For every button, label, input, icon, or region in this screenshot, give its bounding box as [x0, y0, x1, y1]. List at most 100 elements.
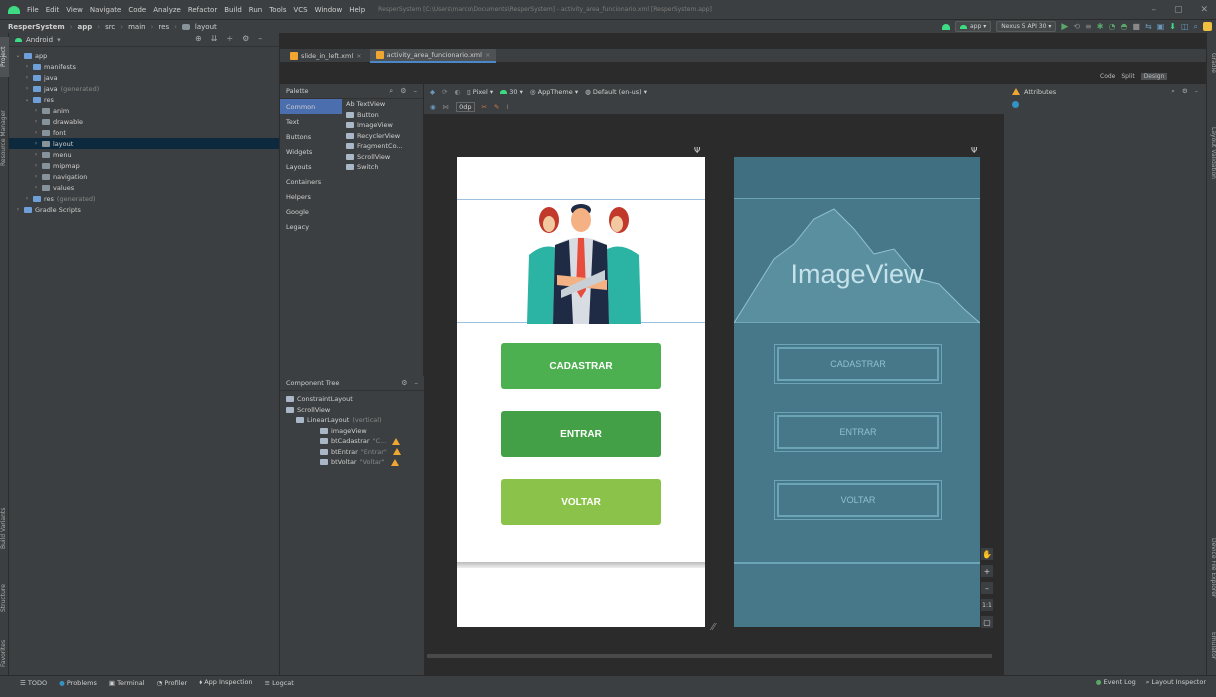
pan-icon[interactable]: ✋ — [981, 548, 993, 560]
zoom-in-button[interactable]: + — [981, 565, 993, 577]
search-everywhere-icon[interactable]: ⌕ — [1194, 22, 1198, 32]
warning-icon[interactable] — [392, 448, 401, 456]
palette-item[interactable]: Switch — [346, 162, 424, 173]
chevron-right-icon[interactable]: › — [33, 118, 39, 125]
palette-category[interactable]: Common — [280, 99, 342, 114]
apply-changes-icon[interactable]: ⟲ — [1073, 22, 1080, 31]
layout-inspector-button[interactable]: ⌕ Layout Inspector — [1146, 678, 1206, 687]
menu-run[interactable]: Run — [249, 6, 262, 14]
search-icon[interactable]: ⌕ — [1171, 87, 1175, 96]
avatar[interactable] — [1203, 22, 1212, 31]
run-config-dropdown[interactable]: app ▾ — [955, 21, 992, 32]
blueprint-view[interactable]: ImageView CADASTRAR ENTRAR VOLTAR — [733, 157, 982, 627]
chevron-right-icon[interactable]: › — [33, 129, 39, 136]
night-mode-icon[interactable]: ◐ — [454, 88, 460, 96]
chevron-right-icon[interactable]: › — [33, 162, 39, 169]
zoom-fit-icon[interactable]: ▢ — [981, 616, 993, 628]
close-tab-icon[interactable]: × — [356, 52, 361, 60]
orientation-icon[interactable]: ⟳ — [442, 88, 447, 96]
breadcrumb-src[interactable]: src — [105, 23, 115, 31]
view-options-icon[interactable]: ◉ — [430, 103, 436, 111]
blueprint-button-entrar[interactable]: ENTRAR — [774, 412, 942, 452]
palette-item[interactable]: ScrollView — [346, 152, 424, 163]
chevron-right-icon[interactable]: › — [24, 85, 30, 92]
chevron-right-icon[interactable]: › — [33, 140, 39, 147]
stop-icon[interactable]: ■ — [1132, 22, 1140, 31]
tab-resource-manager[interactable]: Resource Manager — [0, 93, 9, 183]
minimize-icon[interactable]: – — [1151, 5, 1156, 15]
palette-item[interactable]: FragmentCo... — [346, 141, 424, 152]
chevron-down-icon[interactable]: ⌄ — [15, 52, 21, 59]
design-mode-button[interactable]: Design — [1140, 72, 1168, 80]
profile-icon[interactable]: ◔ — [1108, 22, 1115, 31]
component-tree-item[interactable]: btCadastrar "C... — [280, 436, 424, 447]
menu-build[interactable]: Build — [224, 6, 242, 14]
palette-item[interactable]: Button — [346, 110, 424, 121]
chevron-right-icon[interactable]: › — [33, 107, 39, 114]
tab-logcat[interactable]: ≡ Logcat — [265, 679, 294, 687]
pin-icon[interactable]: Ψ — [694, 146, 700, 155]
avd-manager-icon[interactable]: ▣ — [1157, 22, 1165, 31]
component-tree-item[interactable]: btEntrar "Entrar" — [280, 447, 424, 458]
split-mode-button[interactable]: Split — [1121, 73, 1134, 80]
tree-item[interactable]: › font — [9, 127, 279, 138]
component-tree-item[interactable]: imageView — [280, 426, 424, 437]
sdk-manager-icon[interactable]: ⬇ — [1169, 22, 1176, 31]
warning-icon[interactable] — [392, 437, 401, 445]
tab-activity-area-funcionario[interactable]: activity_area_funcionario.xml × — [369, 48, 497, 63]
blueprint-button-voltar[interactable]: VOLTAR — [774, 480, 942, 520]
tab-project[interactable]: Project — [0, 37, 9, 77]
locate-icon[interactable]: ⊕ — [195, 34, 202, 43]
collapse-all-icon[interactable]: ⇊ — [211, 34, 218, 43]
component-tree-item[interactable]: ScrollView — [280, 405, 424, 416]
chevron-right-icon[interactable]: › — [24, 195, 30, 202]
tree-item[interactable]: › res (generated) — [9, 193, 279, 204]
default-margins-dropdown[interactable]: 0dp — [456, 101, 475, 112]
chevron-down-icon[interactable]: ⌄ — [24, 96, 30, 103]
pin-icon[interactable]: Ψ — [971, 146, 977, 155]
menu-file[interactable]: File — [27, 6, 39, 14]
gear-icon[interactable]: ⚙ — [1182, 87, 1188, 96]
sync-icon[interactable]: ⇆ — [1145, 22, 1152, 31]
tab-device-file-explorer[interactable]: Device File Explorer — [1208, 523, 1216, 613]
tree-item[interactable]: › Gradle Scripts — [9, 204, 279, 215]
tab-terminal[interactable]: ▣ Terminal — [109, 679, 145, 687]
tree-item[interactable]: › anim — [9, 105, 279, 116]
preview-button-entrar[interactable]: ENTRAR — [501, 411, 661, 457]
close-icon[interactable]: ✕ — [1200, 5, 1208, 15]
tab-slide-in-left[interactable]: slide_in_left.xml × — [284, 49, 368, 63]
design-preview[interactable]: CADASTRAR ENTRAR VOLTAR ⁄⁄ — [457, 157, 715, 633]
apply-code-icon[interactable]: ≡ — [1085, 22, 1092, 31]
clear-constraints-icon[interactable]: ✂ — [482, 103, 487, 111]
tree-item[interactable]: › java (generated) — [9, 83, 279, 94]
preview-button-cadastrar[interactable]: CADASTRAR — [501, 343, 661, 389]
zoom-out-button[interactable]: – — [981, 582, 993, 594]
chevron-right-icon[interactable]: › — [24, 74, 30, 81]
tree-item[interactable]: › menu — [9, 149, 279, 160]
horizontal-scrollbar[interactable] — [427, 654, 992, 658]
palette-category[interactable]: Widgets — [280, 144, 342, 159]
design-surface-icon[interactable]: ◆ — [430, 88, 435, 96]
menu-help[interactable]: Help — [349, 6, 365, 14]
attach-debugger-icon[interactable]: ◓ — [1120, 22, 1127, 31]
layout-inspector-icon[interactable]: ◫ — [1181, 22, 1189, 31]
hammer-icon[interactable] — [942, 23, 951, 30]
locale-dropdown[interactable]: ◍ Default (en-us) ▾ — [585, 88, 647, 96]
tree-item[interactable]: › java — [9, 72, 279, 83]
menu-window[interactable]: Window — [315, 6, 343, 14]
palette-category[interactable]: Helpers — [280, 189, 342, 204]
warning-icon[interactable] — [1012, 88, 1020, 95]
component-tree-item[interactable]: LinearLayout (vertical) — [280, 415, 424, 426]
menu-edit[interactable]: Edit — [46, 6, 60, 14]
hide-icon[interactable]: – — [258, 34, 262, 43]
search-icon[interactable]: ⌕ — [389, 87, 393, 96]
tab-structure[interactable]: Structure — [0, 573, 9, 623]
device-dropdown[interactable]: Nexus 5 API 30 ▾ — [996, 21, 1057, 32]
chevron-right-icon[interactable]: › — [33, 184, 39, 191]
event-log-button[interactable]: ● Event Log — [1096, 678, 1136, 687]
tab-profiler[interactable]: ◔ Profiler — [157, 679, 188, 687]
palette-item[interactable]: ImageView — [346, 120, 424, 131]
run-icon[interactable]: ▶ — [1061, 22, 1068, 32]
tree-item[interactable]: › mipmap — [9, 160, 279, 171]
resize-handle-icon[interactable]: ⁄⁄ — [712, 622, 715, 633]
